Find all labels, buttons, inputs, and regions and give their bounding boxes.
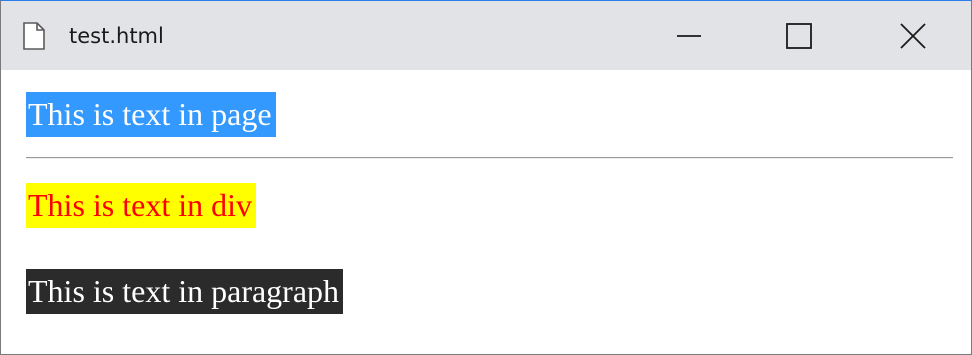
window-title: test.html	[69, 24, 164, 48]
maximize-button[interactable]	[753, 1, 845, 70]
maximize-icon	[786, 22, 812, 49]
selected-page-text[interactable]: This is text in page	[26, 92, 276, 137]
close-icon	[900, 22, 926, 49]
document-icon	[23, 22, 45, 50]
div-text[interactable]: This is text in div	[26, 183, 256, 228]
minimize-button[interactable]	[643, 1, 735, 70]
paragraph-text[interactable]: This is text in paragraph	[26, 269, 344, 314]
horizontal-rule	[26, 157, 953, 159]
minimize-icon	[677, 34, 701, 37]
browser-window: test.html This is text in page This is t…	[0, 0, 972, 355]
title-bar[interactable]: test.html	[1, 1, 971, 70]
page-content: This is text in page This is text in div…	[1, 70, 971, 354]
close-button[interactable]	[867, 1, 959, 70]
